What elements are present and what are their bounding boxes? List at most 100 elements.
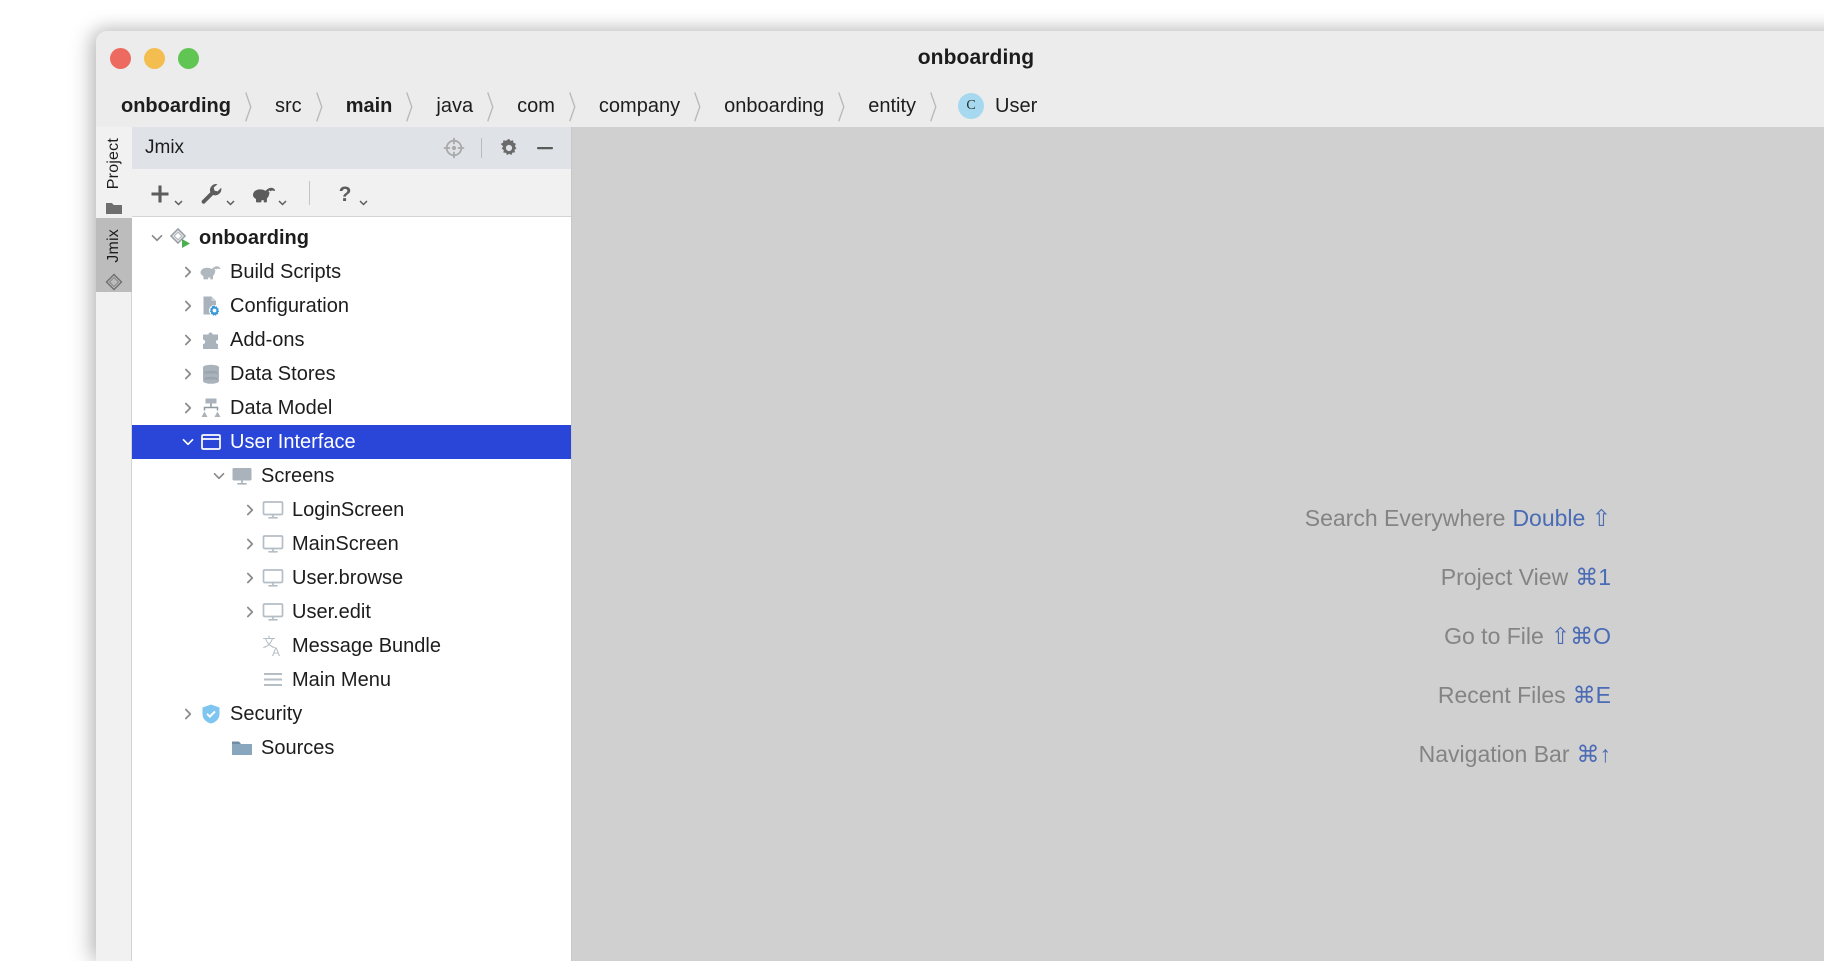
tree-node-build-scripts[interactable]: Build Scripts: [132, 255, 571, 289]
chevron-right-icon[interactable]: [177, 391, 199, 425]
shortcut-keys: Double ⇧: [1512, 505, 1611, 531]
ide-body: Project Jmix Jmix ? onboarding Build Scr…: [96, 127, 1824, 961]
tree-node-label: LoginScreen: [292, 498, 405, 521]
menu-lines-icon: [261, 668, 285, 692]
shortcut-keys: ⌘↑: [1576, 741, 1612, 767]
monitor-outline-icon: [261, 498, 285, 522]
tool-window-strip: Project Jmix: [96, 127, 132, 961]
chevron-down-icon: [174, 199, 183, 206]
gradle-icon[interactable]: [251, 179, 287, 207]
shortcut-label: Project View: [1440, 564, 1569, 590]
help-icon[interactable]: ?: [332, 179, 368, 207]
jmix-project-tree: onboarding Build Scripts Configuration Add-…: [132, 217, 571, 961]
sidebar-tab-project[interactable]: Project: [96, 127, 132, 219]
tree-node-loginscreen[interactable]: LoginScreen: [132, 493, 571, 527]
tree-node-data-model[interactable]: Data Model: [132, 391, 571, 425]
chevron-down-icon[interactable]: [177, 425, 199, 459]
tree-node-onboarding[interactable]: onboarding: [132, 221, 571, 255]
breadcrumb: onboarding 〉 src 〉 main 〉 java 〉 com 〉 company 〉 onb…: [96, 85, 1824, 127]
tree-node-mainscreen[interactable]: MainScreen: [132, 527, 571, 561]
tree-node-label: Add-ons: [230, 328, 305, 351]
shortcut-hint: Go to File ⇧⌘O: [1444, 623, 1611, 650]
gear-icon[interactable]: [495, 134, 523, 162]
chevron-right-icon[interactable]: [177, 289, 199, 323]
breadcrumb-item[interactable]: onboarding: [119, 95, 233, 118]
wrench-icon[interactable]: [199, 179, 235, 207]
breadcrumb-label: main: [345, 94, 393, 117]
breadcrumb-separator: 〉: [486, 90, 504, 127]
tree-arrow-placeholder: [239, 663, 261, 697]
chevron-right-icon[interactable]: [239, 595, 261, 629]
tree-node-user-browse[interactable]: User.browse: [132, 561, 571, 595]
locate-icon[interactable]: [440, 134, 468, 162]
tree-node-add-ons[interactable]: Add-ons: [132, 323, 571, 357]
breadcrumb-label: java: [436, 94, 474, 117]
tree-node-screens[interactable]: Screens: [132, 459, 571, 493]
tree-node-label: onboarding: [199, 226, 309, 249]
tree-node-label: Main Menu: [292, 668, 391, 691]
tree-node-label: Data Stores: [230, 362, 336, 385]
window-title: onboarding: [917, 46, 1035, 69]
sidebar-tab-project-label: Project: [105, 138, 122, 190]
breadcrumb-item[interactable]: entity: [866, 95, 918, 118]
sidebar-tab-jmix[interactable]: Jmix: [96, 218, 132, 292]
tree-node-user-edit[interactable]: User.edit: [132, 595, 571, 629]
breadcrumb-item[interactable]: com: [515, 95, 557, 118]
jmix-tool-window-header: Jmix: [132, 127, 571, 169]
tree-node-data-stores[interactable]: Data Stores: [132, 357, 571, 391]
chevron-right-icon[interactable]: [239, 493, 261, 527]
shortcut-hint: Recent Files ⌘E: [1438, 682, 1611, 709]
jmix-logo-icon: [104, 272, 124, 292]
tree-node-main-menu[interactable]: Main Menu: [132, 663, 571, 697]
breadcrumb-item[interactable]: onboarding: [722, 95, 826, 118]
shortcut-label: Go to File: [1444, 623, 1544, 649]
breadcrumb-item[interactable]: main: [344, 95, 395, 118]
editor-empty-area: Search Everywhere Double ⇧ Project View ⌘1 G…: [572, 127, 1824, 961]
jmix-project-run-icon: [168, 226, 192, 250]
chevron-down-icon[interactable]: [208, 459, 230, 493]
shortcut-label: Search Everywhere: [1304, 505, 1506, 531]
window-frame-icon: [199, 430, 223, 454]
chevron-right-icon[interactable]: [177, 357, 199, 391]
tree-node-message-bundle[interactable]: 文 A Message Bundle: [132, 629, 571, 663]
tree-node-security[interactable]: Security: [132, 697, 571, 731]
minimize-icon[interactable]: [531, 134, 559, 162]
chevron-right-icon[interactable]: [177, 697, 199, 731]
breadcrumb-separator: 〉: [314, 90, 333, 127]
tree-node-label: User.browse: [292, 566, 404, 589]
tree-node-label: Message Bundle: [292, 634, 441, 657]
shortcut-hint: Project View ⌘1: [1441, 564, 1611, 591]
chevron-down-icon[interactable]: [146, 221, 168, 255]
chevron-right-icon[interactable]: [177, 323, 199, 357]
chevron-right-icon[interactable]: [177, 255, 199, 289]
chevron-right-icon[interactable]: [239, 561, 261, 595]
breadcrumb-label: entity: [868, 94, 917, 117]
breadcrumb-item[interactable]: company: [597, 95, 682, 118]
tree-node-configuration[interactable]: Configuration: [132, 289, 571, 323]
shortcut-hint: Navigation Bar ⌘↑: [1419, 741, 1611, 768]
breadcrumb-separator: 〉: [568, 90, 586, 127]
shortcut-keys: ⌘1: [1575, 564, 1611, 590]
tree-node-label: User Interface: [230, 430, 356, 453]
tree-node-sources[interactable]: Sources: [132, 731, 571, 765]
breadcrumb-item[interactable]: src: [273, 95, 304, 118]
jmix-tool-window: Jmix ? onboarding Build Scripts Configur…: [132, 127, 572, 961]
data-model-icon: [199, 396, 223, 420]
chevron-down-icon: [359, 199, 368, 206]
tree-node-label: Sources: [261, 736, 335, 759]
toolbar-divider: [309, 180, 310, 205]
shortcut-hint: Search Everywhere Double ⇧: [1305, 505, 1611, 532]
jmix-toolbar: ?: [132, 169, 571, 217]
breadcrumb-item[interactable]: C User: [958, 93, 1039, 119]
breadcrumb-item[interactable]: java: [434, 95, 475, 118]
jmix-tool-window-title: Jmix: [145, 137, 185, 158]
puzzle-piece-icon: [199, 328, 223, 352]
chevron-right-icon[interactable]: [239, 527, 261, 561]
tree-node-user-interface[interactable]: User Interface: [132, 425, 571, 459]
ide-window: onboarding onboarding 〉 src 〉 main 〉 java 〉 com 〉…: [96, 31, 1824, 961]
shortcut-label: Recent Files: [1437, 682, 1566, 708]
new-icon[interactable]: [147, 179, 183, 207]
desktop-background: onboarding onboarding 〉 src 〉 main 〉 java 〉 com 〉…: [0, 0, 1824, 961]
tree-node-label: MainScreen: [292, 532, 399, 555]
tree-node-label: Build Scripts: [230, 260, 342, 283]
